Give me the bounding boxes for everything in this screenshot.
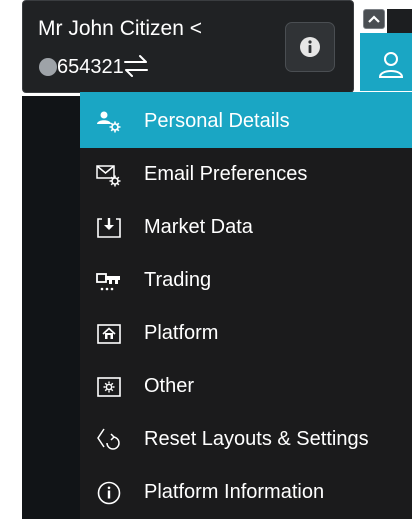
info-circle-icon [95, 479, 123, 507]
left-margin [0, 0, 22, 519]
envelope-gear-icon [95, 161, 123, 189]
menu-item-trading[interactable]: Trading [80, 254, 412, 307]
download-box-icon [95, 214, 123, 242]
top-right-strip [387, 9, 412, 33]
menu-item-personal-details[interactable]: Personal Details [80, 95, 412, 148]
menu-item-label: Other [144, 375, 195, 397]
account-menu: Personal Details Email Preferences Marke… [80, 95, 412, 519]
info-icon [300, 37, 320, 57]
switch-account-icon[interactable] [122, 53, 150, 84]
menu-item-label: Market Data [144, 216, 253, 238]
account-header[interactable]: Mr John Citizen < 654321 [22, 0, 354, 93]
menu-item-market-data[interactable]: Market Data [80, 201, 412, 254]
menu-item-platform[interactable]: Platform [80, 307, 412, 360]
chevron-up-icon [368, 15, 380, 23]
user-icon [378, 52, 404, 78]
side-gutter [22, 96, 80, 519]
menu-item-platform-information[interactable]: Platform Information [80, 466, 412, 519]
user-tab[interactable] [360, 33, 412, 91]
reset-icon [95, 426, 123, 454]
account-name: Mr John Citizen < [38, 17, 202, 40]
account-number: 654321 [57, 56, 124, 78]
menu-item-reset-layouts[interactable]: Reset Layouts & Settings [80, 413, 412, 466]
menu-item-label: Personal Details [144, 110, 290, 132]
collapse-up-button[interactable] [363, 9, 385, 29]
person-gear-icon [95, 108, 123, 136]
menu-item-label: Platform Information [144, 481, 325, 503]
menu-item-label: Trading [144, 269, 212, 291]
gear-box-icon [95, 373, 123, 401]
menu-item-email-preferences[interactable]: Email Preferences [80, 148, 412, 201]
menu-item-label: Reset Layouts & Settings [144, 428, 369, 450]
menu-item-label: Platform [144, 322, 219, 344]
key-icon [95, 267, 123, 295]
account-avatar [39, 58, 57, 76]
menu-item-label: Email Preferences [144, 163, 308, 185]
info-button[interactable] [285, 22, 335, 72]
menu-item-other[interactable]: Other [80, 360, 412, 413]
home-box-icon [95, 320, 123, 348]
